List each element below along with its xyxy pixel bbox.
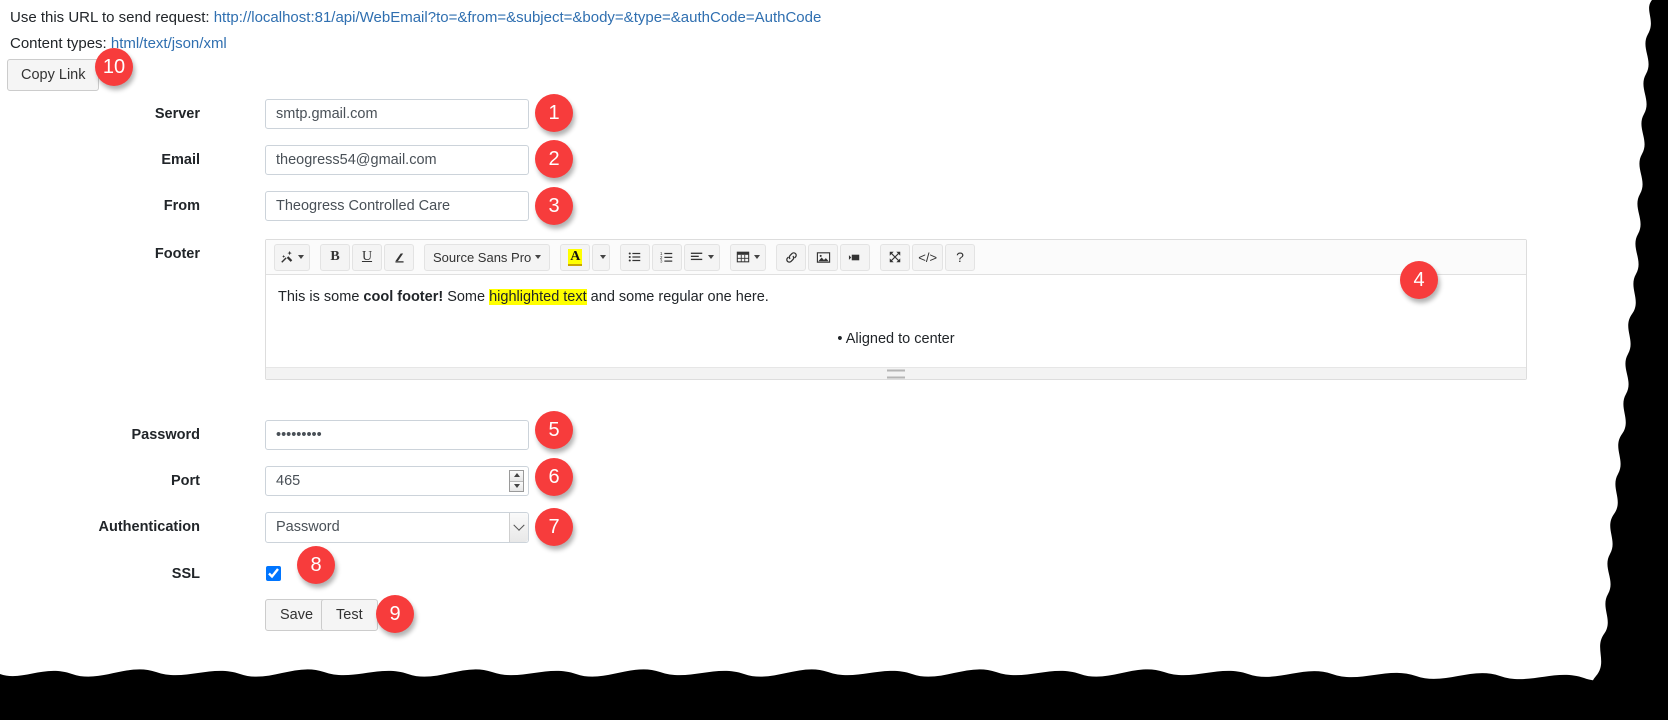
ssl-checkbox[interactable] [266, 566, 281, 581]
annotation-badge-4: 4 [1400, 261, 1438, 299]
email-settings-page: Use this URL to send request: http://loc… [0, 0, 1668, 720]
server-label: Server [154, 106, 200, 122]
footer-rich-text-editor: B U Source Sans Pro A 1 2 3 </> ? This i… [265, 239, 1527, 380]
toolbar-group-font: Source Sans Pro [423, 243, 551, 271]
toolbar-group-magic [273, 243, 311, 271]
chevron-down-icon [298, 255, 304, 259]
text-highlight-button[interactable]: A [560, 243, 591, 271]
email-label: Email [161, 152, 200, 168]
code-view-icon[interactable]: </> [912, 243, 944, 271]
toolbar-group-table [729, 243, 767, 271]
annotation-badge-3: 3 [535, 187, 573, 225]
remove-format-icon[interactable] [384, 243, 414, 271]
port-spinner-buttons [509, 470, 524, 492]
svg-text:3: 3 [660, 258, 663, 263]
annotation-badge-10: 10 [95, 48, 133, 86]
port-increment-button[interactable] [510, 471, 523, 481]
editor-bold-text: cool footer! [363, 289, 444, 305]
bold-button[interactable]: B [320, 243, 350, 271]
torn-edge-bottom [0, 669, 1668, 720]
test-button[interactable]: Test [321, 599, 378, 631]
editor-text-3: and some regular one here. [586, 289, 769, 305]
request-url-link[interactable]: http://localhost:81/api/WebEmail?to=&fro… [214, 9, 822, 26]
font-family-dropdown[interactable]: Source Sans Pro [424, 243, 551, 271]
annotation-badge-6: 6 [535, 458, 573, 496]
chevron-down-icon [754, 255, 761, 259]
authentication-label: Authentication [98, 519, 201, 535]
annotation-badge-9: 9 [376, 595, 414, 633]
code-view-label: </> [918, 249, 938, 265]
port-stepper [265, 466, 529, 496]
toolbar-group-highlight: A [559, 243, 611, 271]
editor-centered-list: Aligned to center [278, 329, 1514, 349]
email-input[interactable] [265, 145, 529, 175]
toolbar-group-insert [775, 243, 871, 271]
table-dropdown[interactable] [730, 243, 767, 271]
image-icon[interactable] [808, 243, 839, 271]
editor-toolbar: B U Source Sans Pro A 1 2 3 </> ? [266, 240, 1526, 275]
authentication-select[interactable]: Password [265, 512, 529, 543]
toolbar-group-text-style: B U [319, 243, 415, 271]
ssl-label: SSL [171, 566, 200, 582]
editor-centered-list-item: Aligned to center [278, 329, 1514, 349]
content-types-prefix: Content types: [10, 35, 111, 52]
copy-link-button[interactable]: Copy Link [7, 59, 100, 91]
content-types-link[interactable]: html/text/json/xml [111, 35, 227, 52]
editor-content-area[interactable]: This is some cool footer! Some highlight… [266, 275, 1526, 367]
server-input[interactable] [265, 99, 529, 129]
chevron-down-icon [708, 255, 715, 259]
magic-wand-icon[interactable] [274, 243, 310, 271]
underline-button[interactable]: U [352, 243, 382, 271]
port-decrement-button[interactable] [510, 480, 523, 491]
annotation-badge-1: 1 [535, 94, 573, 132]
editor-highlighted-text: highlighted text [489, 289, 587, 305]
highlight-label: A [568, 248, 583, 266]
highlight-color-dropdown[interactable] [592, 243, 611, 271]
from-input[interactable] [265, 191, 529, 221]
unordered-list-icon[interactable] [620, 243, 651, 271]
font-family-value: Source Sans Pro [433, 249, 532, 265]
from-label: From [163, 198, 200, 214]
port-label: Port [171, 473, 200, 489]
editor-paragraph: This is some cool footer! Some highlight… [278, 287, 1514, 307]
port-input[interactable] [265, 466, 529, 496]
help-label: ? [956, 249, 964, 265]
toolbar-group-view: </> ? [879, 243, 976, 271]
request-url-prefix: Use this URL to send request: [10, 9, 214, 26]
editor-text-1: This is some [278, 289, 364, 305]
editor-text-2: Some [443, 289, 490, 305]
help-icon[interactable]: ? [945, 243, 976, 271]
link-icon[interactable] [776, 243, 807, 271]
ordered-list-icon[interactable]: 123 [652, 243, 683, 271]
annotation-badge-2: 2 [535, 140, 573, 178]
bold-label: B [330, 249, 340, 264]
request-url-line: Use this URL to send request: http://loc… [10, 9, 821, 27]
toolbar-group-lists: 123 [619, 243, 721, 271]
save-button[interactable]: Save [265, 599, 329, 631]
annotation-badge-5: 5 [535, 411, 573, 449]
chevron-down-icon [535, 255, 542, 259]
editor-resize-handle[interactable] [266, 367, 1526, 379]
password-label: Password [131, 427, 201, 443]
chevron-down-icon [600, 255, 607, 259]
footer-label: Footer [154, 246, 200, 262]
fullscreen-icon[interactable] [880, 243, 911, 271]
annotation-badge-8: 8 [297, 546, 335, 584]
annotation-badge-7: 7 [535, 508, 573, 546]
password-input[interactable] [265, 420, 529, 450]
text-align-dropdown[interactable] [684, 243, 721, 271]
torn-edge-right [1578, 0, 1668, 720]
video-icon[interactable] [840, 243, 871, 271]
underline-label: U [361, 249, 373, 264]
